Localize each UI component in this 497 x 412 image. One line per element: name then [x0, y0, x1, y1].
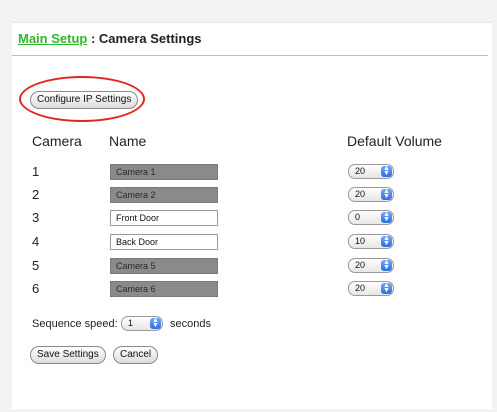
breadcrumb-main-setup-link[interactable]: Main Setup — [18, 31, 87, 46]
camera-name-field[interactable]: Back Door — [110, 234, 218, 250]
camera-name-field: Camera 2 — [110, 187, 218, 203]
breadcrumb-separator: : — [87, 31, 99, 46]
up-down-arrows-icon: ▲ ▼ — [381, 259, 392, 271]
volume-select[interactable]: 20 ▲ ▼ — [348, 164, 394, 179]
volume-value: 20 — [355, 260, 366, 270]
sequence-speed-label: Sequence speed: — [32, 318, 118, 330]
up-down-arrows-icon: ▲ ▼ — [150, 317, 161, 329]
sequence-speed-value: 1 — [128, 318, 134, 328]
column-header-volume: Default Volume — [347, 133, 442, 149]
cancel-button[interactable]: Cancel — [113, 346, 159, 364]
volume-select[interactable]: 10 ▲ ▼ — [348, 234, 394, 249]
column-header-camera: Camera — [32, 133, 82, 149]
up-down-arrows-icon: ▲ ▼ — [381, 211, 392, 223]
page-title: Main Setup : Camera Settings — [18, 31, 202, 46]
camera-name-field: Camera 6 — [110, 281, 218, 297]
volume-value: 20 — [355, 283, 366, 293]
up-down-arrows-icon: ▲ ▼ — [381, 165, 392, 177]
camera-name-field: Camera 5 — [110, 258, 218, 274]
volume-value: 0 — [355, 212, 361, 222]
volume-value: 10 — [355, 236, 366, 246]
title-divider — [12, 55, 488, 56]
camera-number: 1 — [32, 164, 40, 179]
camera-number: 6 — [32, 281, 40, 296]
camera-number: 4 — [32, 234, 40, 249]
column-header-name: Name — [109, 133, 147, 149]
camera-number: 5 — [32, 258, 40, 273]
up-down-arrows-icon: ▲ ▼ — [381, 235, 392, 247]
volume-select[interactable]: 20 ▲ ▼ — [348, 258, 394, 273]
volume-select[interactable]: 20 ▲ ▼ — [348, 281, 394, 296]
volume-select[interactable]: 0 ▲ ▼ — [348, 210, 394, 225]
breadcrumb-current: Camera Settings — [98, 31, 202, 46]
volume-select[interactable]: 20 ▲ ▼ — [348, 187, 394, 202]
save-settings-button[interactable]: Save Settings — [30, 346, 106, 364]
camera-number: 3 — [32, 210, 40, 225]
camera-number: 2 — [32, 187, 40, 202]
camera-name-field: Camera 1 — [110, 164, 218, 180]
sequence-speed-select[interactable]: 1 ▲ ▼ — [121, 316, 163, 331]
camera-name-field[interactable]: Front Door — [110, 210, 218, 226]
configure-ip-settings-button[interactable]: Configure IP Settings — [30, 91, 139, 109]
up-down-arrows-icon: ▲ ▼ — [381, 282, 392, 294]
volume-value: 20 — [355, 189, 366, 199]
sequence-speed-unit: seconds — [170, 318, 211, 330]
volume-value: 20 — [355, 166, 366, 176]
up-down-arrows-icon: ▲ ▼ — [381, 188, 392, 200]
